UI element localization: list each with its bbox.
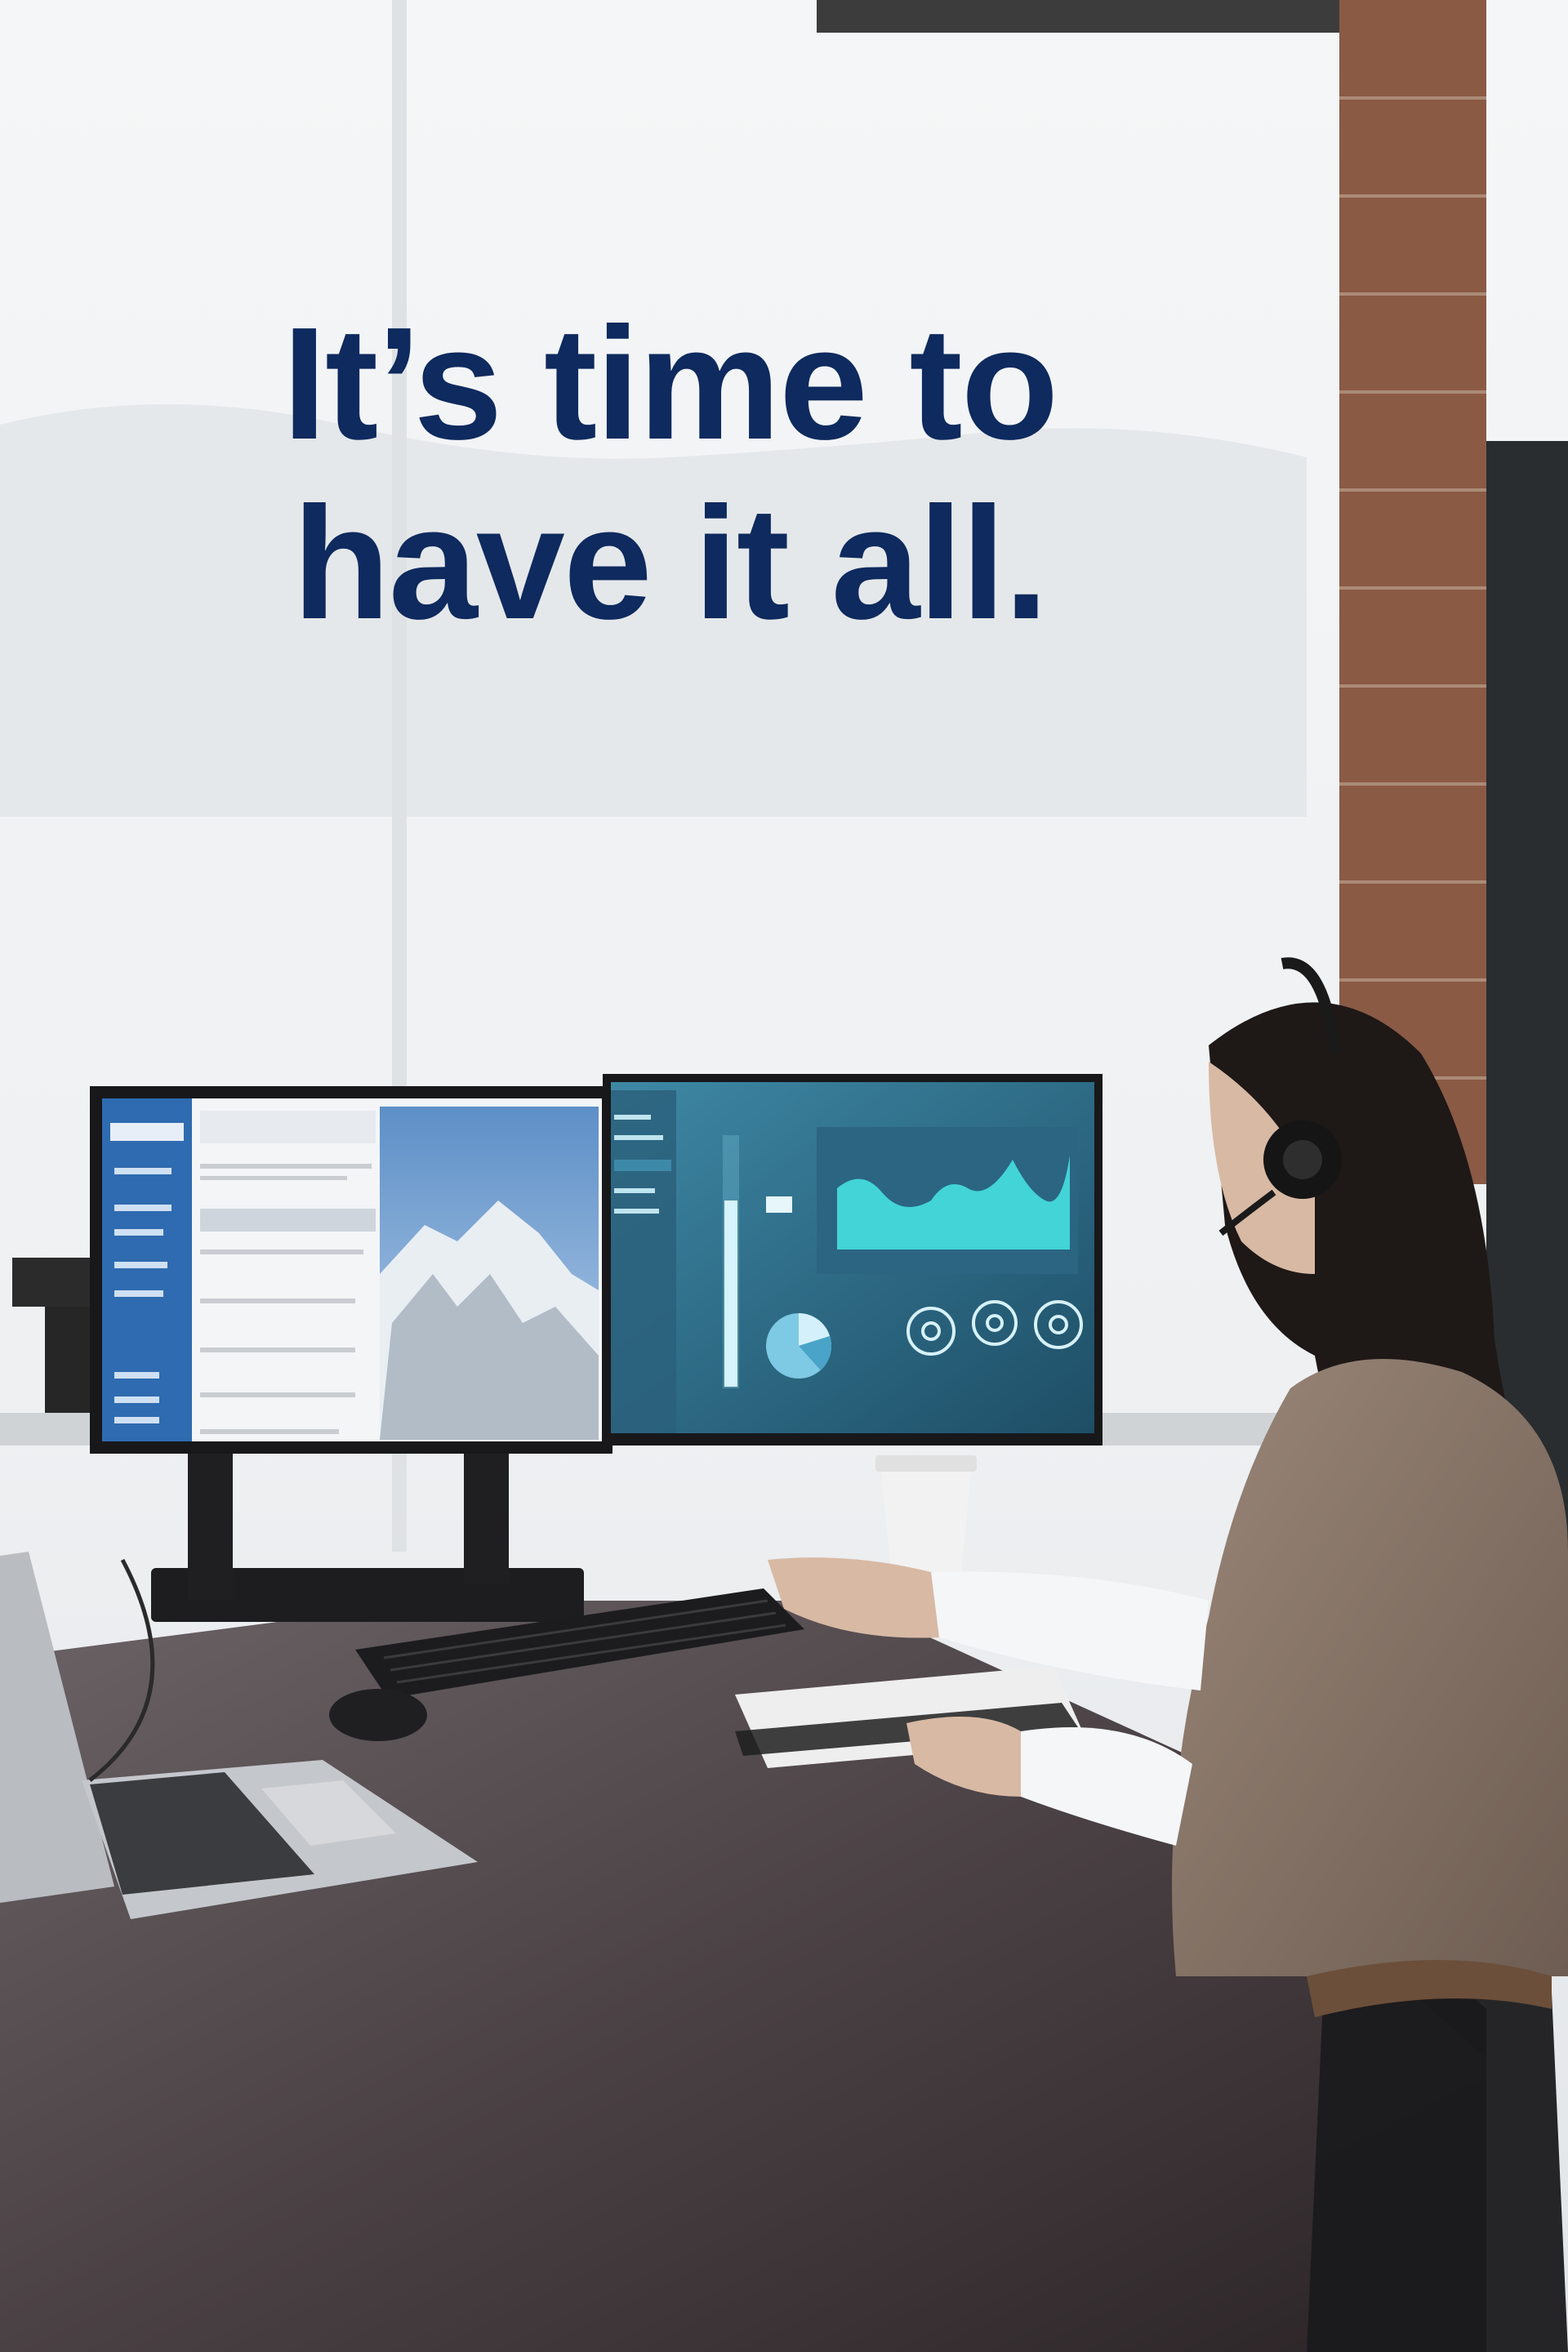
coffee-cup-lid	[875, 1455, 977, 1472]
headline: It’s time to have it all.	[0, 294, 1339, 653]
office-chair	[1307, 1978, 1568, 2352]
email-sidebar	[102, 1098, 192, 1441]
gauge-label	[766, 1196, 792, 1213]
monitor-stand-pole-right	[464, 1437, 509, 1584]
headset-earcup-inner	[1283, 1140, 1322, 1179]
brick-wall	[1339, 0, 1486, 1184]
gauge-fill	[724, 1200, 737, 1387]
email-toolbar	[200, 1111, 376, 1143]
email-sidebar-search	[110, 1123, 184, 1141]
window-top-bar	[817, 0, 1356, 33]
headline-line-1: It’s time to	[282, 294, 1059, 473]
coffee-cup	[880, 1463, 972, 1580]
right-monitor-sidebar	[611, 1090, 676, 1433]
mouse	[329, 1689, 427, 1741]
monitor-stand-pole-left	[188, 1437, 233, 1601]
headline-line-2: have it all.	[292, 474, 1049, 653]
